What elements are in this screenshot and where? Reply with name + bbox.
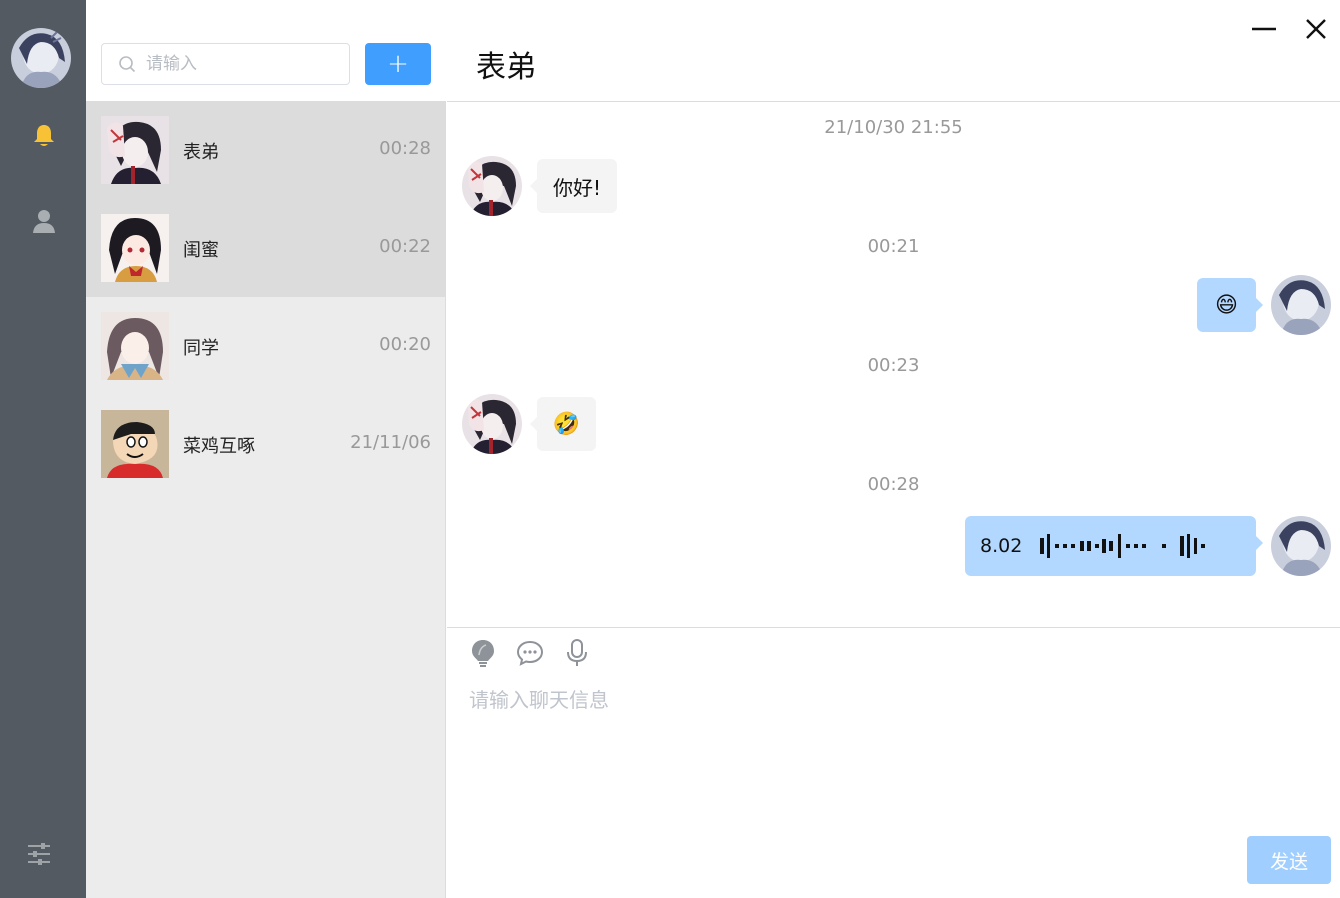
my-avatar[interactable] <box>1271 516 1331 576</box>
bell-icon[interactable] <box>30 122 58 150</box>
message-text: 你好! <box>553 175 602 200</box>
contact-avatar[interactable] <box>462 394 522 454</box>
conversation-item[interactable]: 表弟 00:28 <box>86 101 446 199</box>
left-rail <box>0 0 86 898</box>
contact-name: 菜鸡互啄 <box>183 436 255 457</box>
list-topbar: + <box>86 0 446 101</box>
conversation-item[interactable]: 闺蜜 00:22 <box>86 199 446 297</box>
conversation-item[interactable]: 同学 00:20 <box>86 297 446 395</box>
contact-name: 表弟 <box>183 142 219 163</box>
voice-duration: 8.02 <box>980 535 1023 557</box>
waveform-icon <box>1040 534 1206 558</box>
last-message-time: 00:20 <box>379 334 431 355</box>
message-composer: 发送 <box>447 627 1340 898</box>
my-avatar[interactable] <box>11 28 71 88</box>
chat-header: 表弟 <box>447 0 1340 102</box>
close-button[interactable] <box>1301 14 1331 44</box>
message-input[interactable] <box>469 684 1309 834</box>
add-button[interactable]: + <box>365 43 431 85</box>
bulb-icon[interactable] <box>468 638 498 668</box>
chat-bubble-icon[interactable] <box>515 638 545 668</box>
contact-avatar[interactable] <box>462 156 522 216</box>
conversation-item[interactable]: 菜鸡互啄 21/11/06 <box>86 395 446 493</box>
contact-avatar <box>101 410 169 478</box>
emoji-content: 🤣 <box>552 411 581 437</box>
message-bubble[interactable]: 😄 <box>1197 278 1263 332</box>
last-message-time: 00:22 <box>379 236 431 257</box>
contact-avatar <box>101 214 169 282</box>
contact-name: 同学 <box>183 338 219 359</box>
conversation-list-panel: + 表弟 00:28 <box>86 0 446 898</box>
send-button[interactable]: 发送 <box>1247 836 1331 884</box>
user-icon[interactable] <box>30 207 58 235</box>
contact-avatar <box>101 116 169 184</box>
message-bubble[interactable]: 🤣 <box>530 397 596 451</box>
my-avatar[interactable] <box>1271 275 1331 335</box>
search-icon <box>119 56 136 73</box>
message-timestamp: 00:28 <box>867 474 920 495</box>
chat-panel: 表弟 21/10/30 21:55 你好! 00:21 😄 00:23 🤣 00… <box>447 0 1340 898</box>
last-message-time: 21/11/06 <box>350 432 431 453</box>
voice-message-bubble[interactable]: 8.02 <box>965 516 1263 576</box>
minimize-icon <box>1252 27 1276 31</box>
search-input[interactable] <box>146 54 336 74</box>
message-bubble[interactable]: 你好! <box>529 159 618 213</box>
contact-name: 闺蜜 <box>183 240 219 261</box>
microphone-icon[interactable] <box>562 638 592 668</box>
last-message-time: 00:28 <box>379 138 431 159</box>
chat-title: 表弟 <box>476 50 536 85</box>
settings-sliders-icon[interactable] <box>25 840 53 868</box>
contact-avatar <box>101 312 169 380</box>
message-timestamp: 00:23 <box>867 355 920 376</box>
close-icon <box>1306 19 1326 39</box>
minimize-button[interactable] <box>1249 14 1279 44</box>
message-timestamp: 21/10/30 21:55 <box>824 117 963 138</box>
emoji-content: 😄 <box>1215 292 1238 318</box>
message-timestamp: 00:21 <box>867 236 920 257</box>
search-box[interactable] <box>101 43 350 85</box>
